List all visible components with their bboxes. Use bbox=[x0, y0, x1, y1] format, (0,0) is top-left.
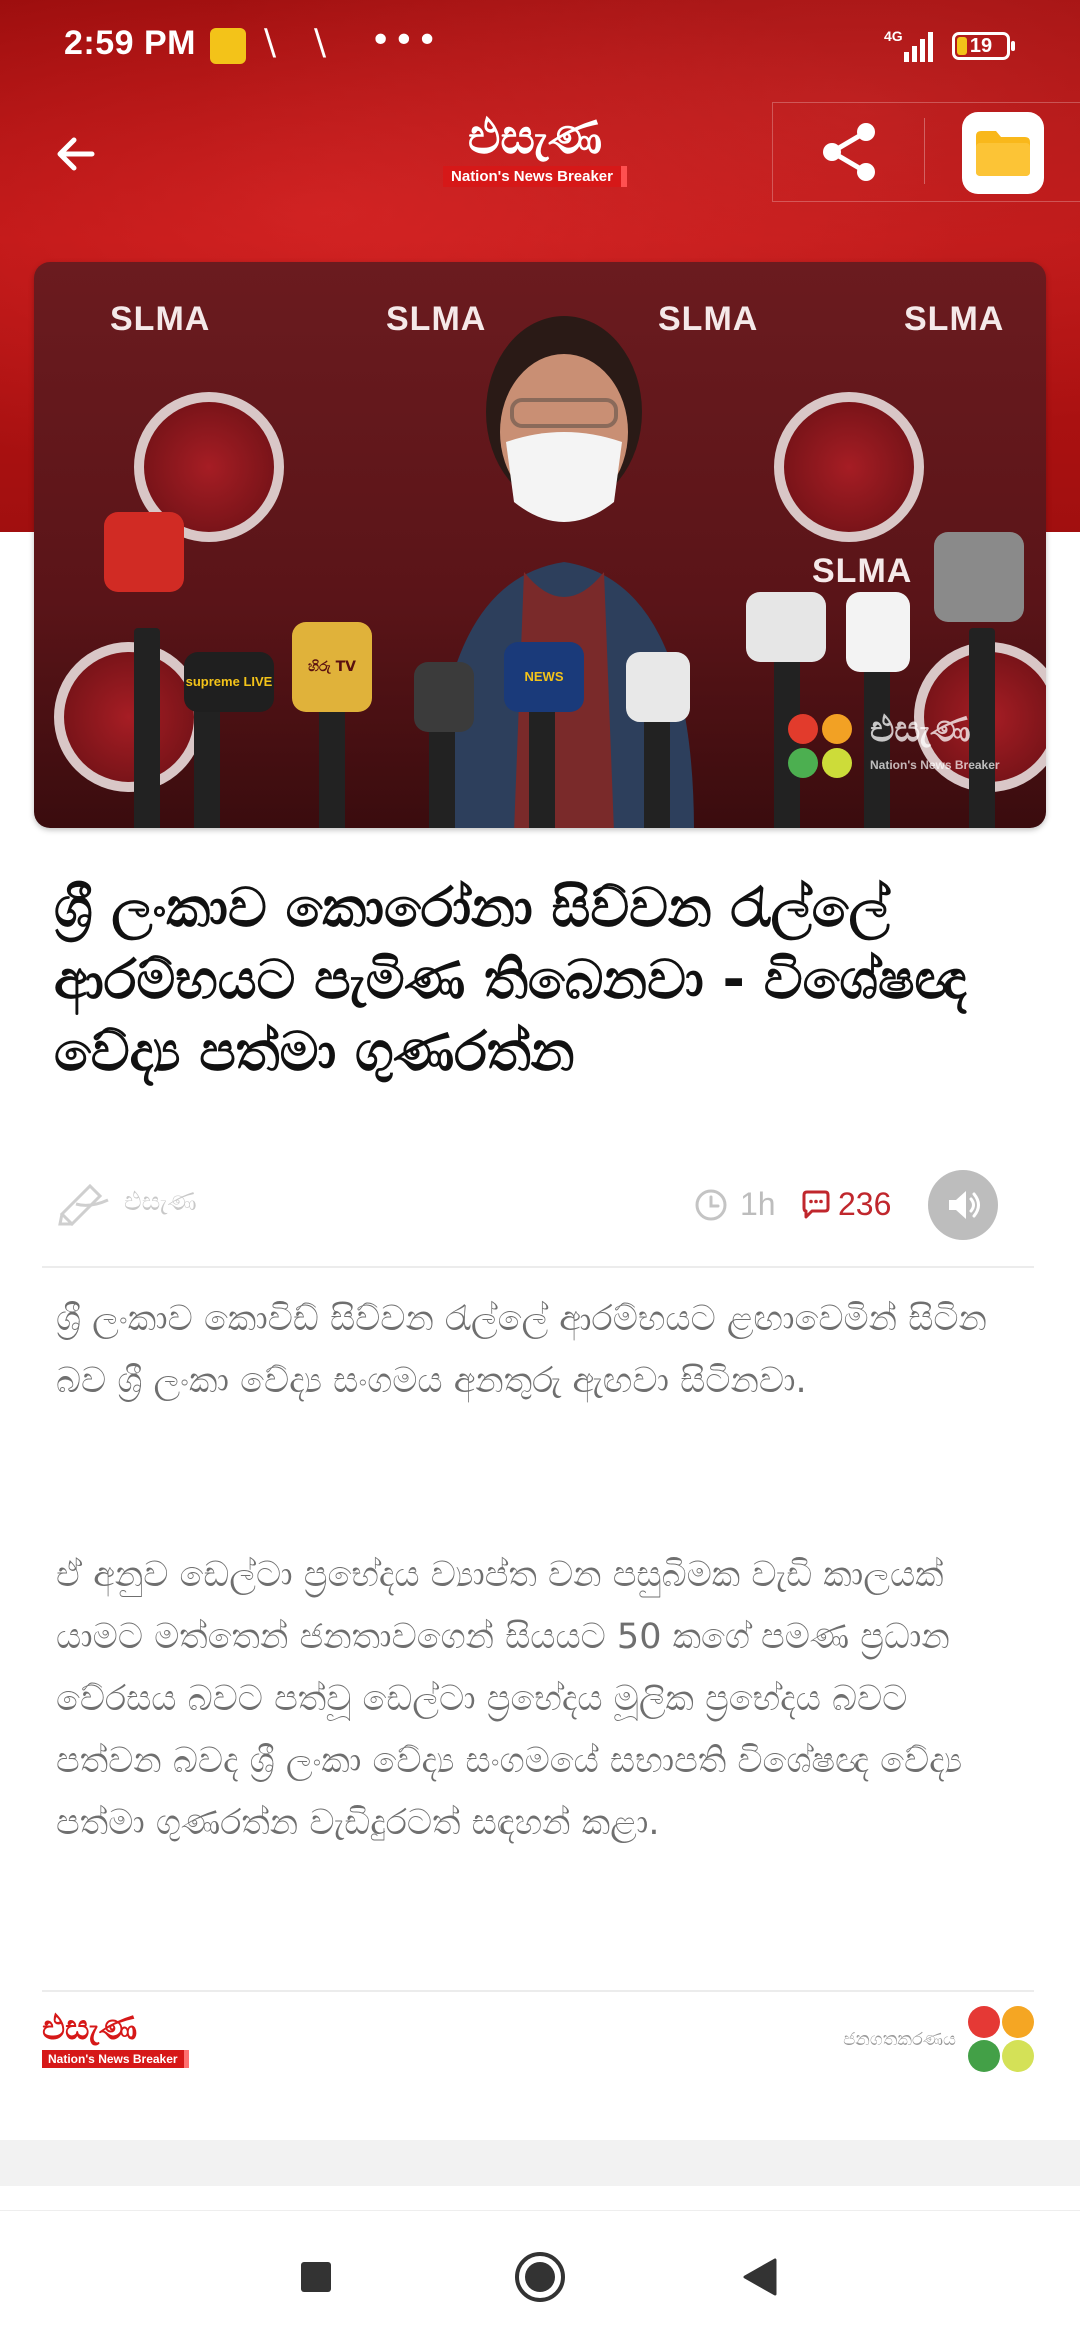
content-divider bbox=[42, 1266, 1034, 1268]
signal-icon bbox=[904, 32, 933, 62]
watermark-logo: එසැණ bbox=[870, 708, 971, 750]
comments-link[interactable]: 236 bbox=[800, 1186, 891, 1223]
partner-logo bbox=[968, 2006, 1034, 2072]
app-logo-text: එසැණ bbox=[467, 109, 603, 165]
arrow-left-icon bbox=[57, 137, 95, 171]
status-bar: 2:59 PM \ \ ••• 4G 19 bbox=[0, 0, 1080, 96]
footer-logo: එසැණ Nation's News Breaker bbox=[42, 2008, 222, 2076]
article-title: ශ්‍රී ලංකාව කොරෝනා සිව්වන රැල්ලේ ආරම්භයට… bbox=[54, 876, 967, 1083]
footer-credit: ජනගතකරණය bbox=[843, 2006, 1034, 2072]
microphone bbox=[194, 698, 220, 828]
partner-logo-dot bbox=[968, 2040, 1000, 2072]
microphone-label: supreme LIVE bbox=[184, 652, 274, 712]
article-paragraph: ශ්‍රී ලංකාව කොවිඩ් සිව්වන රැල්ලේ ආරම්භයට… bbox=[56, 1299, 987, 1401]
comment-icon bbox=[802, 1190, 830, 1218]
section-separator bbox=[0, 2140, 1080, 2186]
time-ago: 1h bbox=[740, 1186, 776, 1222]
comment-count: 236 bbox=[838, 1186, 892, 1222]
watermark-dot bbox=[788, 748, 818, 778]
footer-divider bbox=[42, 1990, 1034, 1992]
slma-emblem bbox=[54, 642, 204, 792]
banner-text: SLMA bbox=[812, 552, 913, 590]
toolbar-divider bbox=[924, 118, 925, 184]
watermark-dot bbox=[822, 714, 852, 744]
microphone-head bbox=[104, 512, 184, 592]
partner-logo-dot bbox=[968, 2006, 1000, 2038]
triangle-back-icon bbox=[743, 2258, 777, 2296]
share-button[interactable] bbox=[810, 112, 890, 192]
slma-emblem bbox=[774, 392, 924, 542]
banner-text: SLMA bbox=[110, 300, 211, 338]
battery-percent: 19 bbox=[969, 35, 993, 57]
microphone-head bbox=[414, 662, 474, 732]
recent-apps-button[interactable] bbox=[286, 2247, 346, 2307]
notification-icon: \ bbox=[264, 22, 277, 63]
microphone bbox=[134, 628, 160, 828]
network-type: 4G bbox=[884, 28, 903, 44]
author-name: එසැණ bbox=[124, 1186, 197, 1217]
microphone-label: හිරු TV bbox=[292, 622, 372, 712]
speaker-icon bbox=[949, 1191, 980, 1219]
notification-icon: \ bbox=[314, 22, 327, 63]
back-nav-button[interactable] bbox=[730, 2247, 790, 2307]
article-hero-image: SLMA SLMA SLMA SLMA SLMA supreme LIVE හි… bbox=[34, 262, 1046, 828]
files-button[interactable] bbox=[962, 112, 1044, 194]
article-time: 1h bbox=[694, 1186, 776, 1223]
microphone-head bbox=[626, 652, 690, 722]
watermark-dot bbox=[788, 714, 818, 744]
watermark-tagline: Nation's News Breaker bbox=[870, 758, 1000, 772]
folder-icon bbox=[976, 131, 1030, 176]
status-time: 2:59 PM bbox=[64, 24, 196, 62]
banner-text: SLMA bbox=[904, 300, 1005, 338]
app-logo-tagline: Nation's News Breaker bbox=[443, 166, 627, 187]
notification-app-icon bbox=[210, 28, 246, 64]
back-button[interactable] bbox=[44, 122, 108, 186]
footer-logo-tagline: Nation's News Breaker bbox=[42, 2050, 189, 2068]
share-icon bbox=[823, 123, 875, 181]
more-notifications-icon: ••• bbox=[370, 20, 440, 61]
battery-indicator: 19 bbox=[952, 32, 1015, 60]
microphone-head bbox=[934, 532, 1024, 622]
partner-logo-dot bbox=[1002, 2040, 1034, 2072]
microphone-head bbox=[846, 592, 910, 672]
square-icon bbox=[301, 2262, 331, 2292]
pen-icon bbox=[58, 1183, 109, 1226]
footer-credit-label: ජනගතකරණය bbox=[843, 2028, 956, 2050]
partner-logo-dot bbox=[1002, 2006, 1034, 2038]
watermark-dot bbox=[822, 748, 852, 778]
home-button[interactable] bbox=[510, 2247, 570, 2307]
app-logo: එසැණ Nation's News Breaker bbox=[430, 108, 640, 198]
clock-icon bbox=[695, 1189, 727, 1220]
footer-logo-text: එසැණ bbox=[42, 2008, 138, 2048]
system-navigation-bar bbox=[0, 2210, 1080, 2341]
article-author: එසැණ bbox=[56, 1178, 197, 1226]
battery-level bbox=[957, 37, 967, 55]
article-paragraph: ඒ අනුව ඩෙල්ටා ප්‍රභේදය ව්‍යාප්ත වන පසුබි… bbox=[56, 1555, 963, 1843]
microphone-label: NEWS bbox=[504, 642, 584, 712]
microphone-head bbox=[746, 592, 826, 662]
hero-watermark: එසැණ Nation's News Breaker bbox=[788, 708, 1018, 788]
text-to-speech-button[interactable] bbox=[928, 1170, 998, 1240]
circle-icon bbox=[515, 2252, 565, 2302]
